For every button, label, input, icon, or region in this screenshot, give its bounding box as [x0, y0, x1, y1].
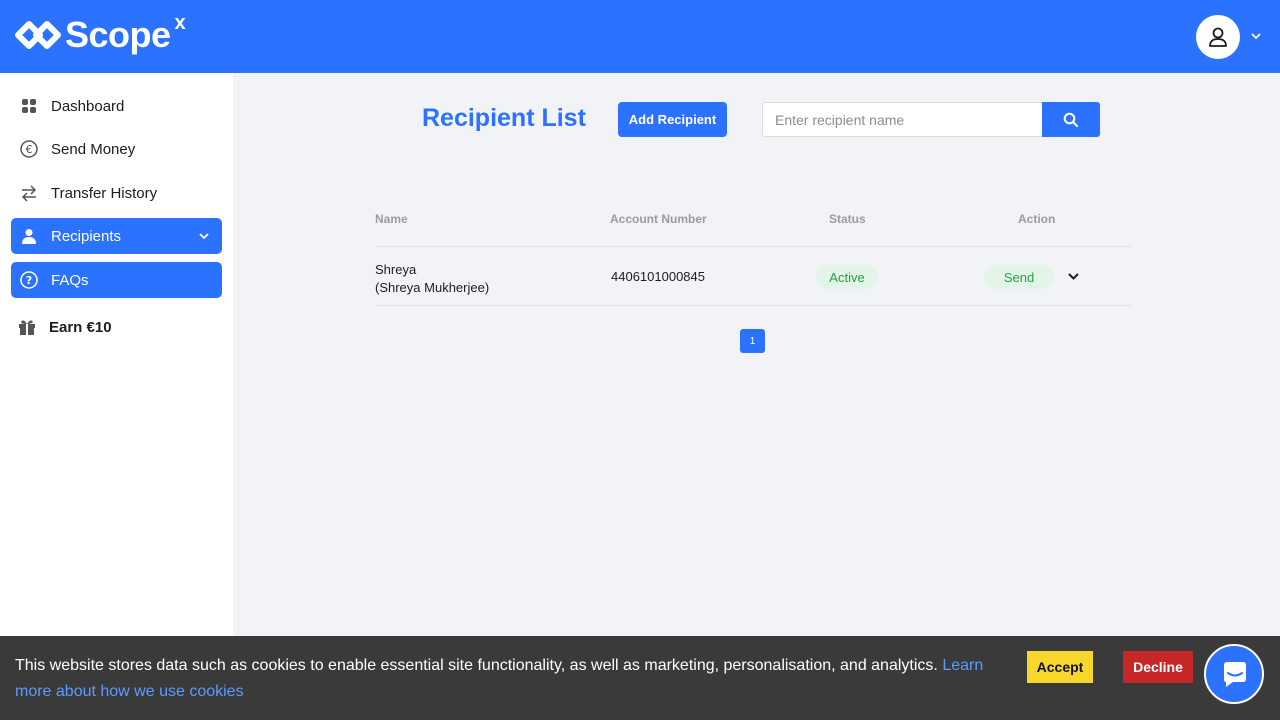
column-header-name: Name	[375, 212, 408, 226]
sidebar-item-label: Send Money	[51, 140, 136, 158]
gift-icon	[18, 318, 36, 336]
chat-button[interactable]	[1204, 644, 1264, 704]
decline-button[interactable]: Decline	[1123, 651, 1193, 683]
chat-icon	[1224, 662, 1246, 687]
divider	[375, 246, 1132, 247]
chevron-down-icon[interactable]	[1067, 270, 1080, 283]
sidebar-item-label: Recipients	[51, 227, 122, 245]
cookie-text: This website stores data such as cookies…	[15, 653, 1005, 705]
sidebar-item-recipients[interactable]: Recipients	[11, 218, 222, 254]
user-icon	[20, 227, 38, 245]
search-icon	[1063, 112, 1079, 127]
recipient-full-name: (Shreya Mukherjee)	[375, 280, 490, 295]
question-icon: ?	[20, 271, 38, 289]
brand-name: Scope	[65, 14, 171, 55]
sidebar-item-label: Transfer History	[51, 184, 158, 202]
recipient-name: Shreya	[375, 262, 417, 277]
svg-text:€: €	[26, 143, 33, 156]
brand-superscript: x	[174, 11, 186, 34]
table-row-name: Shreya (Shreya Mukherjee)	[375, 261, 489, 297]
top-header: Scope x	[0, 0, 1280, 73]
svg-text:?: ?	[26, 274, 32, 287]
search-input[interactable]	[762, 102, 1042, 137]
send-button[interactable]: Send	[984, 265, 1054, 289]
sidebar-item-label: Earn €10	[49, 318, 112, 336]
sidebar-item-faqs[interactable]: ? FAQs	[11, 262, 222, 298]
sidebar-item-transfer-history[interactable]: Transfer History	[11, 175, 222, 211]
grid-icon	[20, 97, 38, 115]
page-title: Recipient List	[422, 104, 586, 132]
user-icon	[1209, 27, 1227, 47]
sidebar-item-earn[interactable]: Earn €10	[11, 309, 222, 345]
column-header-action: Action	[1018, 212, 1056, 226]
chevron-down-icon	[199, 233, 209, 240]
logo-icon	[15, 21, 61, 49]
sidebar-item-dashboard[interactable]: Dashboard	[11, 88, 222, 124]
add-recipient-button[interactable]: Add Recipient	[618, 102, 727, 137]
sidebar-item-send-money[interactable]: € Send Money	[11, 131, 222, 167]
pagination-page[interactable]: 1	[740, 329, 765, 353]
sidebar-item-label: FAQs	[51, 271, 89, 289]
sidebar-item-label: Dashboard	[51, 97, 125, 115]
recipient-account-number: 4406101000845	[611, 269, 705, 284]
search-button[interactable]	[1042, 102, 1100, 137]
chevron-down-icon[interactable]	[1250, 30, 1262, 42]
accept-button[interactable]: Accept	[1027, 651, 1093, 683]
user-avatar[interactable]	[1196, 15, 1240, 59]
arrows-icon	[20, 184, 38, 202]
column-header-account: Account Number	[610, 212, 707, 226]
euro-icon: €	[20, 140, 38, 158]
brand-logo[interactable]: Scope x	[14, 12, 186, 55]
divider	[375, 305, 1132, 306]
cookie-message: This website stores data such as cookies…	[15, 657, 938, 674]
status-badge: Active	[816, 265, 878, 289]
column-header-status: Status	[829, 212, 866, 226]
